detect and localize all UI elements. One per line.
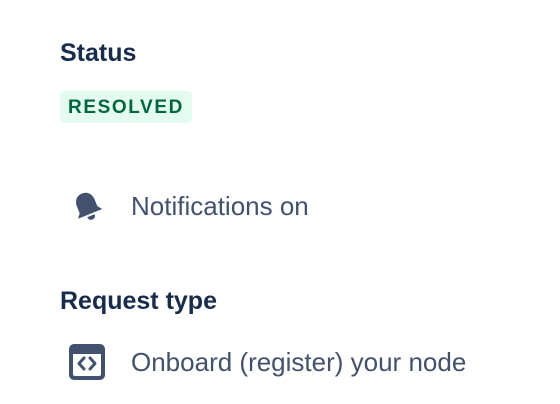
code-brackets-icon [68, 343, 106, 381]
status-heading: Status [60, 39, 137, 67]
request-type-label: Onboard (register) your node [131, 347, 467, 377]
status-badge-label: RESOLVED [68, 96, 184, 118]
request-type-row: Onboard (register) your node [68, 342, 466, 382]
request-type-heading: Request type [60, 287, 217, 315]
notifications-toggle[interactable]: Notifications on [68, 186, 309, 226]
bell-icon [68, 187, 106, 225]
request-details-panel: Status RESOLVED Notifications on Request… [0, 0, 560, 404]
notifications-label: Notifications on [131, 191, 309, 221]
status-badge: RESOLVED [60, 91, 192, 123]
